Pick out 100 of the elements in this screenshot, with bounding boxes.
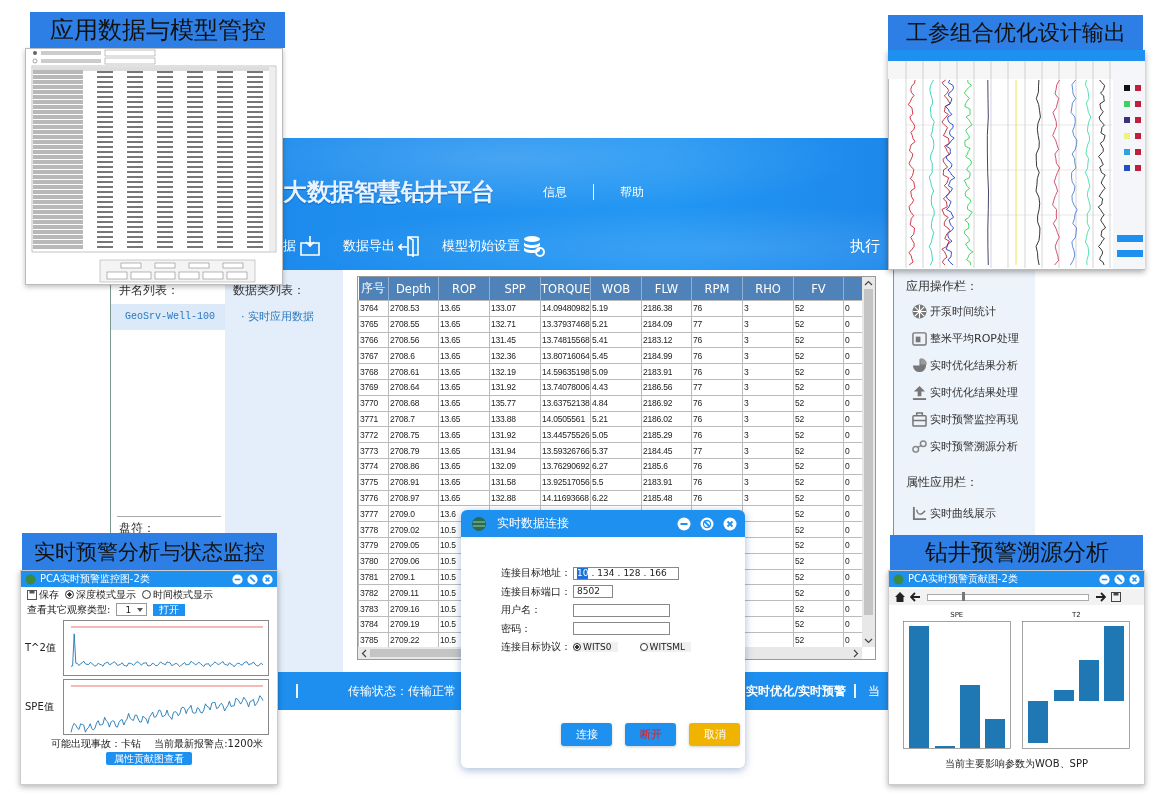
table-cell: 2708.86 xyxy=(390,461,420,472)
table-cell: 0 xyxy=(845,619,850,630)
section-title: 应用数据与模型管控 xyxy=(30,12,285,48)
table-cell: 0 xyxy=(845,429,850,440)
table-cell: 3 xyxy=(744,398,749,409)
table-cell: 13.74815568 xyxy=(542,335,590,345)
table-cell: 52 xyxy=(795,492,805,503)
table-cell: 52 xyxy=(795,587,805,598)
table-cell: 3 xyxy=(744,429,749,440)
table-cell: 13.63752138 xyxy=(542,398,590,409)
table-cell: 3768 xyxy=(360,366,379,377)
table-cell: 133.88 xyxy=(491,413,516,424)
app-title: 大数据智慧钻井平台 xyxy=(283,177,495,208)
table-cell: 10.5 xyxy=(440,603,456,614)
table-cell: 2709.05 xyxy=(390,540,420,551)
table-cell: 10.5 xyxy=(440,619,456,630)
table-cell: 77 xyxy=(693,319,703,330)
table-cell: 76 xyxy=(693,366,703,377)
table-cell: 0 xyxy=(845,303,850,314)
table-cell: 14.09480982 xyxy=(542,303,590,314)
panel-heading: 属性应用栏： xyxy=(906,474,978,491)
table-cell: 4.43 xyxy=(592,382,608,393)
table-cell: 13.65 xyxy=(440,319,461,330)
table-cell: 13.65 xyxy=(440,366,461,377)
table-cell: 2186.02 xyxy=(643,413,673,424)
table-cell: 14.0505561 xyxy=(542,413,585,424)
panel-heading: 应用操作栏： xyxy=(906,278,978,295)
table-cell: 131.45 xyxy=(491,335,516,345)
table-cell: 52 xyxy=(795,540,805,551)
table-cell: 2708.64 xyxy=(390,382,420,393)
table-cell: 132.88 xyxy=(491,492,516,503)
table-cell: 132.71 xyxy=(491,319,516,330)
table-cell: 52 xyxy=(795,335,805,345)
table-cell: 2708.53 xyxy=(390,303,420,314)
table-cell: 2186.92 xyxy=(643,398,673,409)
table-cell: 5.37 xyxy=(592,445,608,456)
section-title: 工参组合优化设计输出 xyxy=(888,15,1143,50)
table-cell: 132.09 xyxy=(491,461,516,472)
list-heading: 数据类列表： xyxy=(232,282,305,299)
section-title: 实时预警分析与状态监控 xyxy=(22,533,277,570)
table-cell: 2709.11 xyxy=(390,587,419,598)
table-cell: 52 xyxy=(795,461,805,472)
table-cell: 0 xyxy=(845,635,850,646)
table-cell: 0 xyxy=(845,556,850,567)
table-cell: 135.77 xyxy=(491,398,516,409)
table-cell: 3 xyxy=(744,319,749,330)
table-cell: 2708.75 xyxy=(390,429,420,440)
table-cell: 3 xyxy=(744,303,749,314)
table-cell: 13.6 xyxy=(440,508,456,519)
table-cell: 13.65 xyxy=(440,382,461,393)
table-cell: 4.84 xyxy=(592,398,608,409)
table-cell: 0 xyxy=(845,571,850,582)
table-cell: 5.09 xyxy=(592,366,608,377)
table-cell: 3780 xyxy=(360,556,379,567)
status-text: 实时优化/实时预警 xyxy=(746,682,847,700)
table-cell: 6.22 xyxy=(592,492,608,503)
table-cell: 3783 xyxy=(360,603,379,614)
table-cell: 5.5 xyxy=(592,477,604,488)
table-cell: 10.5 xyxy=(440,587,456,598)
table-cell: 13.76290692 xyxy=(542,461,590,472)
table-cell: 2708.6 xyxy=(390,350,415,361)
status-text: 传输状态：传输正常 xyxy=(348,682,456,700)
table-cell: 2708.97 xyxy=(390,492,420,503)
table-cell: 2184.45 xyxy=(643,445,673,456)
table-cell: 3 xyxy=(744,477,749,488)
table-cell: 76 xyxy=(693,429,703,440)
table-cell: 0 xyxy=(845,477,850,488)
table-cell: 5.21 xyxy=(592,413,608,424)
table-cell: 2709.0 xyxy=(390,508,415,519)
table-cell: 3 xyxy=(744,445,749,456)
table-cell: 3774 xyxy=(360,461,379,472)
table-cell: 2183.12 xyxy=(643,335,673,345)
table-cell: 2185.29 xyxy=(643,429,673,440)
table-cell: 76 xyxy=(693,350,703,361)
table-cell: 0 xyxy=(845,461,850,472)
table-cell: 10.5 xyxy=(440,571,456,582)
table-cell: 13.65 xyxy=(440,398,461,409)
table-cell: 13.65 xyxy=(440,492,461,503)
table-cell: 13.65 xyxy=(440,445,461,456)
table-cell: 52 xyxy=(795,556,805,567)
table-cell: 52 xyxy=(795,571,805,582)
table-cell: 52 xyxy=(795,524,805,535)
table-cell: 6.27 xyxy=(592,461,608,472)
table-cell: 77 xyxy=(693,445,703,456)
table-cell: 3782 xyxy=(360,587,379,598)
chart-axis-label: SPE值 xyxy=(25,700,55,714)
table-cell: 2708.7 xyxy=(390,413,415,424)
table-cell: 52 xyxy=(795,445,805,456)
table-cell: 14.11693668 xyxy=(542,492,589,503)
table-cell: 52 xyxy=(795,477,805,488)
observe-label: 查看其它观察类型: xyxy=(27,602,111,617)
table-cell: 76 xyxy=(693,413,703,424)
table-cell: 3769 xyxy=(360,382,379,393)
field-label: 连接目标地址： xyxy=(501,566,572,581)
table-cell: 13.65 xyxy=(440,350,461,361)
table-cell: 5.41 xyxy=(592,335,608,345)
table-cell: 3765 xyxy=(360,319,379,330)
table-cell: 0 xyxy=(845,382,850,393)
table-cell: 77 xyxy=(693,382,703,393)
table-cell: 76 xyxy=(693,477,703,488)
